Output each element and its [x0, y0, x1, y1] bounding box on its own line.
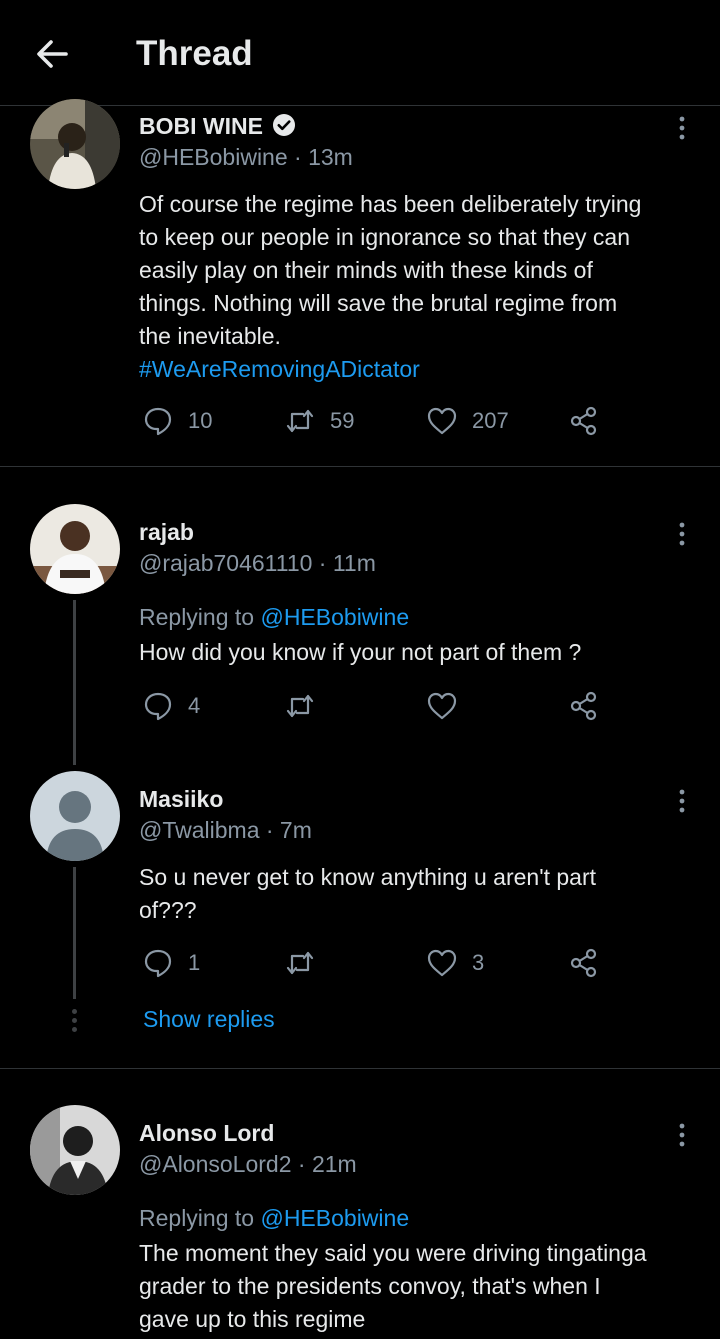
display-name[interactable]: Masiiko — [139, 786, 223, 813]
tweet-text: The moment they said you were driving ti… — [139, 1240, 647, 1332]
like-button[interactable] — [426, 686, 458, 726]
tweet-actions: 4 — [0, 686, 720, 726]
retweet-button[interactable] — [284, 943, 316, 983]
heart-icon — [427, 949, 457, 977]
tweet-actions: 10 59 207 — [0, 401, 720, 441]
retweet-button[interactable] — [284, 686, 316, 726]
thread-continuation-dots — [72, 1009, 77, 1036]
heart-icon — [427, 692, 457, 720]
like-button[interactable]: 207 — [426, 401, 509, 441]
divider — [0, 1068, 720, 1069]
replying-to: Replying to @HEBobiwine — [139, 604, 410, 630]
more-options-icon[interactable] — [672, 786, 692, 816]
tweet-actions: 1 3 — [0, 943, 720, 983]
reply-icon — [144, 949, 172, 978]
back-arrow-icon[interactable] — [34, 36, 70, 72]
reply-count: 1 — [188, 950, 201, 975]
tweet-text: How did you know if your not part of the… — [139, 639, 582, 665]
share-icon — [570, 948, 597, 978]
verified-badge-icon — [273, 114, 296, 136]
reply-count: 10 — [188, 408, 213, 433]
mention-link[interactable]: @HEBobiwine — [260, 1205, 409, 1231]
replying-to: Replying to @HEBobiwine — [139, 1205, 410, 1231]
top-bar: Thread — [0, 0, 720, 106]
like-count: 207 — [472, 408, 509, 433]
retweet-icon — [286, 951, 314, 975]
avatar[interactable] — [30, 1105, 120, 1195]
share-button[interactable] — [568, 943, 600, 983]
share-icon — [570, 691, 597, 721]
handle-timestamp: @AlonsoLord2 · 21m — [139, 1151, 357, 1177]
divider — [0, 466, 720, 467]
reply-button[interactable]: 1 — [142, 943, 200, 983]
like-count: 3 — [472, 950, 485, 975]
page-title: Thread — [136, 34, 253, 73]
more-options-icon[interactable] — [672, 519, 692, 549]
like-button[interactable]: 3 — [426, 943, 484, 983]
handle-timestamp: @rajab70461110 · 11m — [139, 550, 376, 576]
avatar[interactable] — [30, 771, 120, 861]
hashtag-link[interactable]: #WeAreRemovingADictator — [139, 353, 699, 386]
heart-icon — [427, 407, 457, 435]
handle-timestamp: @Twalibma · 7m — [139, 817, 312, 843]
show-replies-link[interactable]: Show replies — [143, 1006, 275, 1033]
share-icon — [570, 406, 597, 436]
reply-count: 4 — [188, 693, 201, 718]
share-button[interactable] — [568, 686, 600, 726]
display-name[interactable]: BOBI WINE — [139, 113, 296, 140]
reply-icon — [144, 692, 172, 721]
retweet-icon — [286, 694, 314, 718]
thread-connector — [73, 867, 76, 999]
mention-link[interactable]: @HEBobiwine — [260, 604, 409, 630]
tweet-text: Of course the regime has been deliberate… — [139, 188, 699, 386]
thread-connector — [73, 600, 76, 765]
share-button[interactable] — [568, 401, 600, 441]
avatar[interactable] — [30, 504, 120, 594]
reply-icon — [144, 407, 172, 436]
more-options-icon[interactable] — [672, 1120, 692, 1150]
reply-button[interactable]: 10 — [142, 401, 212, 441]
reply-button[interactable]: 4 — [142, 686, 200, 726]
retweet-button[interactable]: 59 — [284, 401, 354, 441]
display-name[interactable]: rajab — [139, 519, 194, 546]
more-options-icon[interactable] — [672, 113, 692, 143]
retweet-count: 59 — [330, 408, 355, 433]
display-name[interactable]: Alonso Lord — [139, 1120, 274, 1147]
retweet-icon — [286, 409, 314, 433]
handle-timestamp: @HEBobiwine · 13m — [139, 144, 353, 170]
avatar[interactable] — [30, 99, 120, 189]
tweet-text: So u never get to know anything u aren't… — [139, 864, 597, 923]
